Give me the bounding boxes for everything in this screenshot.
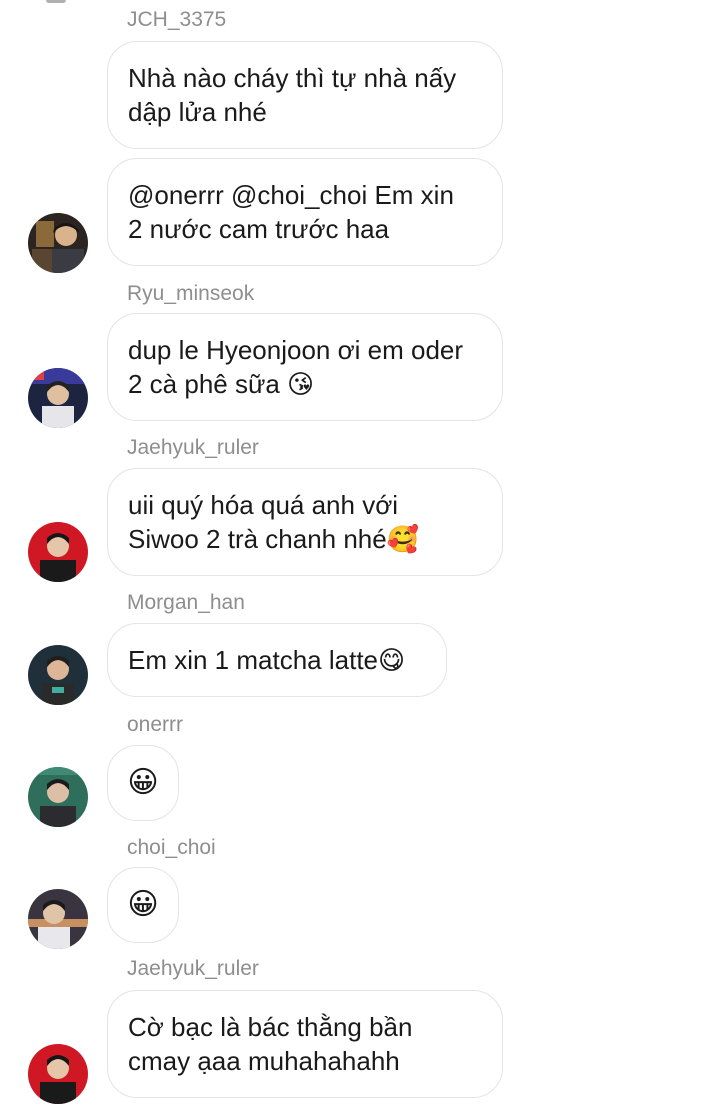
avatar-photo-icon bbox=[28, 213, 88, 273]
message-emoji: 😀 bbox=[127, 888, 159, 921]
avatar-photo-icon bbox=[28, 767, 88, 827]
avatar-photo-icon bbox=[28, 1044, 88, 1104]
user-avatar[interactable] bbox=[28, 368, 88, 428]
message-bubble[interactable]: 😀 bbox=[107, 867, 179, 943]
user-avatar[interactable] bbox=[28, 889, 88, 949]
message-bubble[interactable]: 😀 bbox=[107, 745, 179, 821]
message-text: uii quý hóa quá anh với Siwoo 2 trà chan… bbox=[128, 490, 420, 554]
sender-name: choi_choi bbox=[127, 836, 216, 859]
sender-name: Morgan_han bbox=[127, 591, 245, 614]
sender-name: Jaehyuk_ruler bbox=[127, 957, 259, 980]
message-bubble[interactable]: Cờ bạc là bác thằng bần cmay ạaa muhahah… bbox=[107, 990, 503, 1098]
user-avatar[interactable] bbox=[28, 1044, 88, 1104]
previous-avatar-edge bbox=[46, 0, 66, 3]
sender-name: Jaehyuk_ruler bbox=[127, 436, 259, 459]
sender-name: JCH_3375 bbox=[127, 8, 227, 31]
message-text: Em xin 1 matcha latte😋 bbox=[128, 645, 406, 675]
message-text: @onerrr @choi_choi Em xin 2 nước cam trư… bbox=[128, 180, 454, 244]
message-text: Cờ bạc là bác thằng bần cmay ạaa muhahah… bbox=[128, 1012, 413, 1076]
message-bubble[interactable]: Nhà nào cháy thì tự nhà nấy dập lửa nhé bbox=[107, 41, 503, 149]
message-bubble[interactable]: @onerrr @choi_choi Em xin 2 nước cam trư… bbox=[107, 158, 503, 266]
message-bubble[interactable]: Em xin 1 matcha latte😋 bbox=[107, 623, 447, 697]
message-bubble[interactable]: uii quý hóa quá anh với Siwoo 2 trà chan… bbox=[107, 468, 503, 576]
message-text: Nhà nào cháy thì tự nhà nấy dập lửa nhé bbox=[128, 63, 457, 127]
message-bubble[interactable]: dup le Hyeonjoon ơi em oder 2 cà phê sữa… bbox=[107, 313, 503, 421]
avatar-photo-icon bbox=[28, 645, 88, 705]
sender-name: onerrr bbox=[127, 713, 184, 736]
user-avatar[interactable] bbox=[28, 767, 88, 827]
avatar-photo-icon bbox=[28, 889, 88, 949]
user-avatar[interactable] bbox=[28, 213, 88, 273]
avatar-photo-icon bbox=[28, 368, 88, 428]
message-text: dup le Hyeonjoon ơi em oder 2 cà phê sữa… bbox=[128, 335, 464, 399]
user-avatar[interactable] bbox=[28, 645, 88, 705]
sender-name: Ryu_minseok bbox=[127, 282, 255, 305]
message-emoji: 😀 bbox=[127, 766, 159, 799]
user-avatar[interactable] bbox=[28, 522, 88, 582]
avatar-photo-icon bbox=[28, 522, 88, 582]
